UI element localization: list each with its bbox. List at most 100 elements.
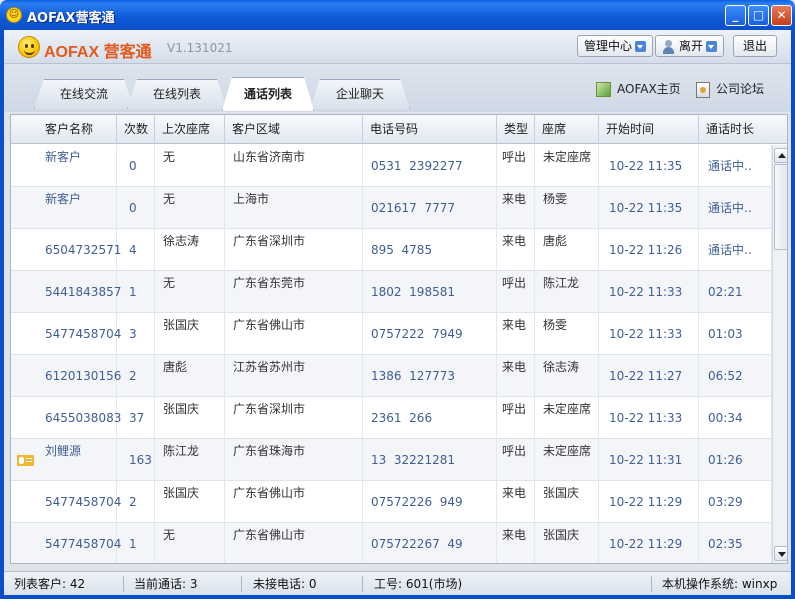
cell-phone: 1386 127773 (363, 355, 497, 397)
cell-region: 广东省珠海市 (225, 439, 363, 481)
cell-count: 163 (117, 439, 155, 481)
company-forum-label: 公司论坛 (716, 82, 765, 96)
list-customers-count: 列表客户: 42 (14, 577, 86, 591)
logout-button[interactable]: 退出 (733, 35, 777, 57)
tab-enterprise-chat[interactable]: 企业聊天 (310, 79, 410, 109)
cell-start: 10-22 11:26 (599, 229, 699, 271)
status-divider (123, 576, 124, 592)
cell-region: 广东省佛山市 (225, 481, 363, 523)
cell-name: 6120130156 (11, 355, 121, 397)
cell-type: 呼出 (497, 145, 535, 187)
cell-phone: 2361 266 (363, 397, 497, 439)
current-calls-count: 当前通话: 3 (134, 577, 198, 591)
column-header[interactable]: 开始时间 (599, 115, 699, 144)
maximize-button[interactable]: □ (748, 5, 769, 26)
smiley-logo-icon (18, 36, 40, 58)
table-row[interactable]: 新客户 0 无上海市 021617 7777 来电 杨雯 10-22 11:35 通话中.. (11, 187, 772, 229)
column-header[interactable]: 电话号码 (363, 115, 497, 144)
version-label: V1.131021 (167, 41, 233, 55)
cell-region: 广东省佛山市 (225, 313, 363, 355)
status-bar: 列表客户: 42 当前通话: 3 未接电话: 0 工号: 601(市场) 本机操… (4, 571, 791, 595)
home-page-icon (596, 82, 611, 97)
aofax-home-label: AOFAX主页 (617, 82, 681, 96)
brand-logo: AOFAX 营客通 (44, 38, 152, 62)
cell-last-agent: 徐志涛 (155, 229, 225, 271)
company-forum-link[interactable]: 公司论坛 (696, 80, 764, 98)
column-header[interactable]: 客户区域 (225, 115, 363, 144)
cell-region: 广东省东莞市 (225, 271, 363, 313)
window-title: AOFAX营客通 (27, 11, 115, 26)
table-row[interactable]: 5477458704 2 张国庆 广东省佛山市 07572226 949 来电 张国庆 10-… (11, 481, 772, 523)
cell-duration: 通话中.. (699, 229, 772, 271)
column-header[interactable]: 上次座席 (155, 115, 225, 144)
cell-duration: 03:29 (699, 481, 772, 523)
table-row[interactable]: 6504732571 4 徐志涛 广东省深圳市 895 4785 来电 唐彪 10-22 11… (11, 229, 772, 271)
column-header[interactable]: 座席 (535, 115, 599, 144)
cell-phone: 0757222 7949 (363, 313, 497, 355)
cell-agent: 张国庆 (535, 523, 599, 563)
cell-phone: 0531 2392277 (363, 145, 497, 187)
scroll-thumb[interactable] (774, 164, 787, 250)
cell-last-agent: 无 (155, 523, 225, 563)
scroll-down-icon[interactable] (774, 546, 787, 561)
cell-start: 10-22 11:29 (599, 523, 699, 563)
scroll-up-icon[interactable] (774, 148, 787, 163)
cell-phone: 021617 7777 (363, 187, 497, 229)
column-header[interactable]: 类型 (497, 115, 535, 144)
cell-start: 10-22 11:27 (599, 355, 699, 397)
cell-phone: 13 32221281 (363, 439, 497, 481)
forum-icon (696, 81, 710, 98)
cell-agent: 未定座席 (535, 439, 599, 481)
vertical-scrollbar[interactable] (772, 145, 787, 563)
table-row[interactable]: 6120130156 2 唐彪 江苏省苏州市 1386 127773 来电 徐志涛 10-22… (11, 355, 772, 397)
table-header: 客户名称 次数 上次座席 客户区域 电话号码 类型 座席 开始时间 通话时长 (11, 115, 787, 144)
cell-phone: 075722267 49 (363, 523, 497, 563)
cell-last-agent: 无 (155, 187, 225, 229)
table-row[interactable]: 5477458704 1 无广东省佛山市 075722267 49 来电 张国庆 10-22… (11, 523, 772, 563)
close-button[interactable]: ✕ (771, 5, 792, 26)
cell-type: 来电 (497, 355, 535, 397)
column-header[interactable]: 客户名称 (11, 115, 117, 144)
table-row[interactable]: 6455038083 37 张国庆 广东省深圳市 2361 266 呼出 未定座席 10-22… (11, 397, 772, 439)
cell-type: 呼出 (497, 271, 535, 313)
cell-region: 广东省佛山市 (225, 523, 363, 563)
cell-count: 3 (117, 313, 155, 355)
table-row[interactable]: 5441843857 1 无广东省东莞市 1802 198581 呼出 陈江龙 10-22 … (11, 271, 772, 313)
cell-region: 广东省深圳市 (225, 397, 363, 439)
cell-type: 来电 (497, 187, 535, 229)
cell-agent: 唐彪 (535, 229, 599, 271)
aofax-home-link[interactable]: AOFAX主页 (596, 80, 681, 97)
cell-last-agent: 张国庆 (155, 481, 225, 523)
cell-start: 10-22 11:35 (599, 145, 699, 187)
chevron-down-icon (706, 41, 718, 52)
cell-name: 5441843857 (11, 271, 121, 313)
tab-call-list[interactable]: 通话列表 (222, 77, 314, 111)
admin-center-button[interactable]: 管理中心 (577, 35, 654, 57)
cell-duration: 00:34 (699, 397, 772, 439)
away-status-button[interactable]: 离开 (655, 35, 725, 57)
tab-online-chat[interactable]: 在线交流 (34, 79, 134, 109)
minimize-button[interactable]: _ (725, 5, 746, 26)
table-row[interactable]: 刘鲤源 163 陈江龙 广东省珠海市 13 32221281 呼出 未定座席 10-22 11… (11, 439, 772, 481)
cell-type: 来电 (497, 313, 535, 355)
cell-phone: 895 4785 (363, 229, 497, 271)
cell-start: 10-22 11:33 (599, 271, 699, 313)
table-row[interactable]: 5477458704 3 张国庆 广东省佛山市 0757222 7949 来电 杨雯 10-2… (11, 313, 772, 355)
cell-count: 37 (117, 397, 155, 439)
tab-online-list[interactable]: 在线列表 (127, 79, 227, 109)
cell-type: 来电 (497, 523, 535, 563)
cell-last-agent: 无 (155, 271, 225, 313)
cell-type: 呼出 (497, 397, 535, 439)
table-row[interactable]: 新客户 0 无山东省济南市 0531 2392277 呼出 未定座席 10-22 11:35… (11, 145, 772, 187)
column-header[interactable]: 次数 (117, 115, 155, 144)
cell-region: 上海市 (225, 187, 363, 229)
brand-cn: 营客通 (103, 44, 152, 61)
status-divider (651, 576, 652, 592)
column-header[interactable]: 通话时长 (699, 115, 787, 144)
cell-name: 刘鲤源 (11, 439, 117, 481)
cell-agent: 徐志涛 (535, 355, 599, 397)
cell-region: 广东省深圳市 (225, 229, 363, 271)
cell-name: 5477458704 (11, 481, 121, 523)
cell-duration: 01:26 (699, 439, 772, 481)
app-header: AOFAX 营客通 V1.131021 管理中心 离开 退出 (4, 30, 791, 64)
